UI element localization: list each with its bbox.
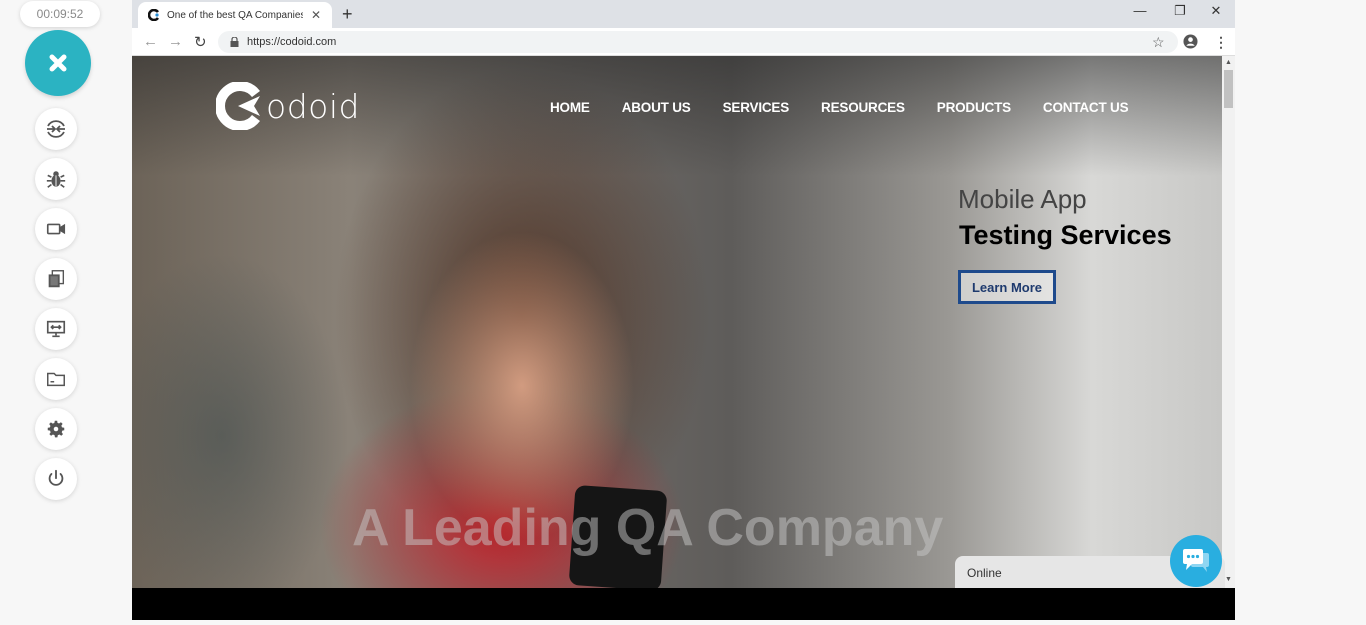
settings-tool-button[interactable]	[35, 408, 77, 450]
browser-window: One of the best QA Companies | ✕ + — ❐ ✕…	[132, 0, 1235, 620]
url-text: https://codoid.com	[247, 36, 337, 48]
bug-tool-button[interactable]	[35, 158, 77, 200]
forward-arrow-icon[interactable]: →	[168, 33, 183, 50]
codoid-logo[interactable]: odoid	[216, 82, 360, 130]
power-tool-button[interactable]	[35, 458, 77, 500]
chat-button[interactable]	[1170, 535, 1222, 587]
browser-tab[interactable]: One of the best QA Companies | ✕	[138, 2, 332, 28]
close-icon	[49, 54, 67, 72]
recording-timer: 00:09:52	[20, 1, 100, 27]
scroll-down-arrow-icon[interactable]: ▼	[1225, 576, 1232, 583]
main-nav: HOME ABOUT US SERVICES RESOURCES PRODUCT…	[550, 100, 1160, 115]
page-scrollbar[interactable]: ▲ ▼	[1222, 56, 1235, 588]
hero-tagline: A Leading QA Company	[352, 499, 944, 557]
scroll-up-arrow-icon[interactable]: ▲	[1225, 59, 1232, 66]
chat-bubble-icon	[1183, 549, 1209, 572]
back-arrow-icon[interactable]: ←	[143, 33, 158, 50]
profile-icon[interactable]	[1183, 34, 1198, 52]
nav-contact-us[interactable]: CONTACT US	[1043, 100, 1129, 115]
chat-status: Online	[967, 566, 1002, 580]
menu-dots-icon[interactable]: ⋮	[1214, 34, 1228, 51]
tab-title: One of the best QA Companies |	[167, 9, 303, 21]
tab-close-icon[interactable]: ✕	[311, 8, 321, 22]
promo-subtitle: Mobile App	[958, 184, 1087, 214]
tab-strip: One of the best QA Companies | ✕ + — ❐ ✕	[132, 0, 1235, 28]
bug-icon	[46, 171, 66, 188]
gear-icon	[47, 420, 65, 438]
screenshots-icon	[48, 270, 65, 288]
screenshots-tool-button[interactable]	[35, 258, 77, 300]
learn-more-button[interactable]: Learn More	[958, 270, 1056, 304]
screen-tool-button[interactable]	[35, 308, 77, 350]
minimize-button[interactable]: —	[1130, 3, 1150, 18]
restore-button[interactable]: ❐	[1170, 3, 1190, 19]
folder-icon	[47, 372, 65, 387]
new-tab-button[interactable]: +	[342, 4, 353, 25]
logo-text: odoid	[266, 86, 360, 126]
lock-icon	[230, 37, 239, 47]
switch-arrows-icon	[47, 120, 65, 138]
window-close-button[interactable]: ✕	[1206, 3, 1226, 19]
nav-products[interactable]: PRODUCTS	[937, 100, 1011, 115]
address-bar[interactable]: https://codoid.com	[218, 31, 1178, 53]
nav-resources[interactable]: RESOURCES	[821, 100, 905, 115]
nav-services[interactable]: SERVICES	[723, 100, 790, 115]
codoid-logo-icon	[216, 82, 260, 130]
scroll-thumb[interactable]	[1224, 70, 1233, 108]
nav-home[interactable]: HOME	[550, 100, 590, 115]
nav-about-us[interactable]: ABOUT US	[622, 100, 691, 115]
stop-recording-button[interactable]	[25, 30, 91, 96]
browser-toolbar: ← → ↻ https://codoid.com ☆ ⋮	[132, 28, 1235, 56]
video-camera-icon	[46, 223, 66, 235]
reload-icon[interactable]: ↻	[194, 33, 207, 51]
folder-tool-button[interactable]	[35, 358, 77, 400]
codoid-favicon-icon	[148, 9, 160, 21]
video-tool-button[interactable]	[35, 208, 77, 250]
page-viewport: odoid HOME ABOUT US SERVICES RESOURCES P…	[132, 56, 1235, 588]
power-icon	[48, 469, 64, 486]
switch-tool-button[interactable]	[35, 108, 77, 150]
promo-title: Testing Services	[959, 220, 1172, 250]
screen-share-icon	[46, 320, 66, 338]
bookmark-star-icon[interactable]: ☆	[1152, 34, 1165, 51]
